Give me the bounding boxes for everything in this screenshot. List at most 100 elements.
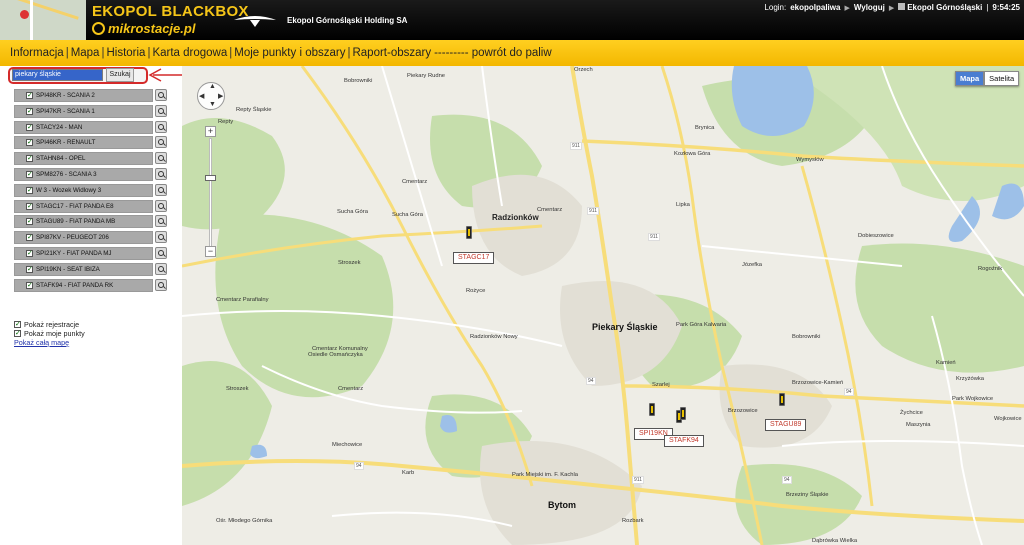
vehicle-checkbox[interactable]: ✓ <box>26 123 33 131</box>
vehicle-list: ✓ SPI48KR - SCANIA 2 ✓ SPI47KR - SCANIA 1 … <box>14 89 167 294</box>
place-label: Kozłowa Góra <box>674 151 711 157</box>
show-whole-map-link[interactable]: Pokaż całą mapę <box>14 338 69 347</box>
vehicle-checkbox[interactable]: ✓ <box>26 281 33 289</box>
vehicle-label: SPI19KN - SEAT IBIZA <box>36 265 100 273</box>
company-logo-icon <box>234 16 276 27</box>
place-label: Sucha Góra <box>392 212 423 218</box>
vehicle-row: ✓ STAGU89 - FIAT PANDA MB <box>14 215 167 229</box>
zoom-to-vehicle-icon[interactable] <box>155 89 167 101</box>
place-label: Cmentarz <box>537 207 563 213</box>
nav-mapa[interactable]: Mapa <box>71 47 100 59</box>
vehicle-row: ✓ SPI19KN - SEAT IBIZA <box>14 262 167 276</box>
clock: 9:54:25 <box>992 3 1020 12</box>
nav-raport-obszary[interactable]: Raport-obszary <box>352 47 431 59</box>
login-label: Login: <box>764 3 787 12</box>
vehicle-marker-icon[interactable] <box>680 407 686 420</box>
zoom-to-vehicle-icon[interactable] <box>155 136 167 149</box>
company-square-icon <box>898 3 906 10</box>
logout-link[interactable]: Wyloguj <box>854 3 885 12</box>
zoom-to-vehicle-icon[interactable] <box>155 246 167 259</box>
map-thumbnail <box>0 0 86 40</box>
vehicle-label: SPI47KR - SCANIA 1 <box>36 107 95 115</box>
vehicle-checkbox[interactable]: ✓ <box>26 234 33 242</box>
vehicle-row: ✓ STACY24 - MAN <box>14 120 167 134</box>
nav-moje-punkty[interactable]: Moje punkty i obszary <box>234 47 345 59</box>
map-canvas[interactable]: Orzech Piekary Rudne Bobrowniki Repty Śl… <box>182 66 1024 545</box>
show-registration-checkbox[interactable]: ✓ <box>14 321 21 328</box>
place-label: Radzionków Nowy <box>470 334 518 340</box>
vehicle-row: ✓ SPI46KR - RENAULT <box>14 136 167 150</box>
arrow-icon: ▶ <box>844 4 850 12</box>
map-type-map-button[interactable]: Mapa <box>955 71 985 86</box>
place-label: Piekary Rudne <box>407 73 446 79</box>
place-label: Brynica <box>695 125 715 131</box>
place-label: Rozbark <box>622 518 644 524</box>
zoom-to-vehicle-icon[interactable] <box>155 215 167 228</box>
vehicle-checkbox[interactable]: ✓ <box>26 265 33 273</box>
zoom-to-vehicle-icon[interactable] <box>155 278 167 291</box>
nav-karta-drogowa[interactable]: Karta drogowa <box>152 47 227 59</box>
pan-right-icon[interactable]: ▶ <box>218 92 223 100</box>
pan-control[interactable]: ▲ ◀ ▶ ▼ <box>197 82 225 110</box>
zoom-to-vehicle-icon[interactable] <box>155 120 167 133</box>
map-type-satellite-button[interactable]: Satelita <box>984 71 1020 86</box>
vehicle-checkbox[interactable]: ✓ <box>26 202 33 210</box>
header-bar: EKOPOL BLACKBOX mikrostacje.pl Ekopol Gó… <box>0 0 1024 40</box>
vehicle-marker-icon[interactable] <box>649 403 655 416</box>
main-nav: Informacja | Mapa | Historia | Karta drogow… <box>0 40 1024 66</box>
vehicle-checkbox[interactable]: ✓ <box>26 218 33 226</box>
vehicle-row: ✓ STAFK94 - FIAT PANDA RK <box>14 278 167 292</box>
pan-left-icon[interactable]: ◀ <box>199 92 204 100</box>
place-label: Kamień <box>936 360 956 366</box>
zoom-out-button[interactable]: − <box>205 246 216 257</box>
place-label: Piekary Śląskie <box>592 322 658 332</box>
vehicle-checkbox[interactable]: ✓ <box>26 155 33 163</box>
vehicle-checkbox[interactable]: ✓ <box>26 249 33 257</box>
zoom-to-vehicle-icon[interactable] <box>155 167 167 180</box>
vehicle-checkbox[interactable]: ✓ <box>26 92 33 99</box>
place-label: Park Góra Kalwaria <box>676 322 727 328</box>
vehicle-marker-icon[interactable] <box>466 226 472 239</box>
nav-informacja[interactable]: Informacja <box>10 47 64 59</box>
place-label: Orzech <box>574 67 593 73</box>
search-button[interactable]: Szukaj <box>106 68 134 82</box>
zoom-to-vehicle-icon[interactable] <box>155 262 167 275</box>
map-background <box>182 66 1024 545</box>
place-label: Bytom <box>548 500 577 510</box>
zoom-to-vehicle-icon[interactable] <box>155 183 167 196</box>
zoom-slider-handle[interactable] <box>205 175 216 181</box>
vehicle-label: SPI48KR - SCANIA 2 <box>36 92 95 99</box>
nav-historia[interactable]: Historia <box>106 47 145 59</box>
vehicle-checkbox[interactable]: ✓ <box>26 107 33 115</box>
vehicle-checkbox[interactable]: ✓ <box>26 186 33 194</box>
search-input[interactable]: piekary śląskie <box>12 69 103 81</box>
zoom-to-vehicle-icon[interactable] <box>155 104 167 117</box>
company-link[interactable]: Ekopol Górnośląski <box>898 3 982 12</box>
pan-down-icon[interactable]: ▼ <box>209 101 216 108</box>
place-label: Miechowice <box>332 442 363 448</box>
vehicle-marker-label[interactable]: STAGC17 <box>453 252 495 264</box>
road-number: 911 <box>632 476 644 484</box>
vehicle-marker-icon[interactable] <box>779 393 785 406</box>
vehicle-marker-label[interactable]: STAFK94 <box>664 435 704 447</box>
zoom-in-button[interactable]: + <box>205 126 216 137</box>
zoom-to-vehicle-icon[interactable] <box>155 231 167 244</box>
vehicle-label: STACY24 - MAN <box>36 123 83 131</box>
vehicle-label: SPI87KV - PEUGEOT 206 <box>36 234 109 242</box>
login-user: ekopolpaliwa <box>790 3 841 12</box>
vehicle-label: SPM8276 - SCANIA 3 <box>36 170 97 178</box>
nav-powrot-do-paliw[interactable]: --------- powrót do paliw <box>434 47 552 59</box>
pan-up-icon[interactable]: ▲ <box>209 83 216 90</box>
zoom-to-vehicle-icon[interactable] <box>155 152 167 165</box>
zoom-to-vehicle-icon[interactable] <box>155 199 167 212</box>
place-label: Stroszek <box>226 386 249 392</box>
vehicle-checkbox[interactable]: ✓ <box>26 170 33 178</box>
vehicle-marker-label[interactable]: STAGU89 <box>765 419 807 431</box>
vehicle-label: SPI21KY - FIAT PANDA MJ <box>36 249 112 257</box>
place-label: Park Wojkowice <box>952 396 994 402</box>
zoom-track[interactable] <box>209 138 212 248</box>
wifi-logo-icon <box>92 22 105 35</box>
show-my-points-checkbox[interactable]: ✓ <box>14 330 21 337</box>
vehicle-checkbox[interactable]: ✓ <box>26 139 33 147</box>
road-number: 911 <box>587 207 599 215</box>
